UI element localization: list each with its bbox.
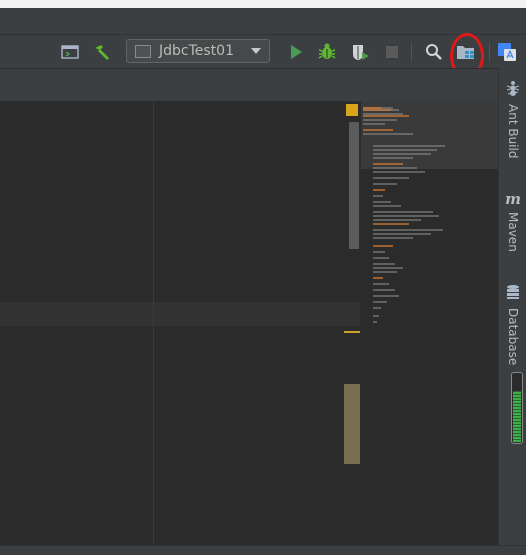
run-configuration-select[interactable]: JdbcTest01 — [126, 39, 270, 63]
error-stripe-highlight — [344, 384, 360, 464]
build-hammer-icon[interactable] — [92, 42, 112, 62]
editor-tab-bar — [0, 68, 498, 102]
inspection-status-icon[interactable] — [346, 104, 358, 116]
menu-bar — [0, 8, 526, 34]
minimap-code-line — [373, 245, 393, 247]
minimap-code-line — [373, 189, 385, 191]
editor-scrollbar-thumb[interactable] — [349, 122, 359, 249]
stop-icon[interactable] — [382, 42, 402, 62]
application-config-icon — [135, 44, 151, 58]
minimap-code-line — [363, 109, 391, 111]
minimap-code-line — [373, 295, 399, 297]
minimap-code-line — [373, 267, 403, 269]
minimap-code-line — [373, 289, 395, 291]
minimap-code-line — [373, 157, 413, 159]
terminal-icon[interactable] — [60, 42, 80, 62]
window-top-strip — [0, 0, 526, 8]
minimap-code-line — [373, 219, 421, 221]
minimap-code-line — [373, 211, 433, 213]
minimap-code-line — [363, 123, 385, 125]
sidebar-item-maven[interactable]: m Maven — [499, 190, 526, 252]
minimap-code-line — [373, 315, 379, 317]
sidebar-item-label: Maven — [506, 212, 520, 252]
minimap-code-line — [373, 153, 431, 155]
minimap-code-line — [363, 133, 413, 135]
error-stripe-marker[interactable] — [344, 331, 360, 333]
coverage-icon[interactable] — [350, 42, 370, 62]
current-line-highlight — [0, 302, 360, 326]
minimap-code-line — [373, 167, 417, 169]
translate-icon[interactable] — [497, 42, 517, 62]
minimap-code-line — [373, 307, 381, 309]
sidebar-item-label: Database — [506, 308, 520, 366]
run-configuration-label: JdbcTest01 — [159, 43, 234, 59]
minimap-code-line — [373, 183, 397, 185]
minimap-code-line — [363, 115, 409, 117]
chevron-down-icon — [251, 48, 261, 54]
minimap-code-line — [373, 301, 387, 303]
minimap-code-line — [373, 257, 389, 259]
toolbar-separator — [411, 43, 412, 61]
minimap-code-line — [373, 233, 431, 235]
search-icon[interactable] — [424, 42, 444, 62]
debug-icon[interactable] — [317, 42, 337, 62]
minimap-code-line — [363, 119, 397, 121]
minimap-code-line — [373, 251, 385, 253]
minimap-code-line — [373, 201, 391, 203]
minimap-code-line — [363, 129, 393, 131]
sidebar-item-database[interactable]: Database — [499, 284, 526, 365]
minimap-code-line — [373, 237, 413, 239]
minimap-code-line — [373, 177, 409, 179]
minimap-code-line — [373, 149, 437, 151]
minimap-code-line — [373, 277, 383, 279]
toolbar-separator — [489, 43, 490, 61]
minimap-code-line — [373, 263, 395, 265]
code-minimap[interactable] — [361, 101, 498, 545]
minimap-code-line — [373, 223, 409, 225]
maven-icon: m — [505, 190, 521, 208]
minimap-code-line — [373, 321, 377, 323]
sidebar-item-ant-build[interactable]: Ant Build — [499, 80, 526, 158]
right-tool-window-bar: Ant Build m Maven Database — [498, 68, 526, 548]
minimap-code-line — [373, 195, 383, 197]
right-margin-guide — [153, 101, 154, 545]
minimap-code-line — [373, 163, 403, 165]
main-toolbar: JdbcTest01 — [0, 34, 526, 69]
database-icon — [506, 284, 520, 304]
minimap-code-line — [373, 215, 439, 217]
memory-indicator[interactable] — [511, 372, 523, 444]
minimap-code-line — [373, 271, 397, 273]
minimap-code-line — [373, 171, 425, 173]
run-icon[interactable] — [286, 42, 306, 62]
minimap-code-line — [373, 205, 401, 207]
minimap-code-line — [373, 145, 445, 147]
sidebar-item-label: Ant Build — [506, 104, 520, 159]
minimap-code-line — [373, 283, 389, 285]
ant-icon — [506, 80, 520, 100]
minimap-code-line — [373, 229, 443, 231]
